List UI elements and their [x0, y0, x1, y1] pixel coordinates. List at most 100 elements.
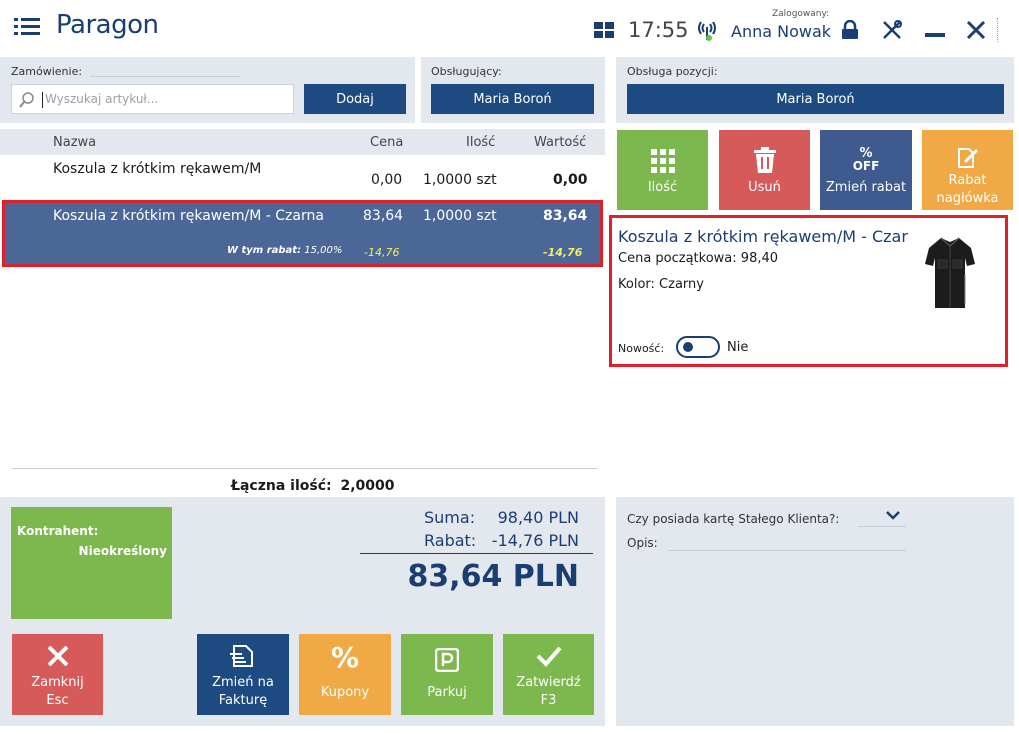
grid-view-icon[interactable]: [594, 22, 614, 38]
percent-off-icon: % OFF: [852, 146, 880, 173]
row-value: 83,64: [543, 208, 588, 224]
grand-total: 83,64 PLN: [407, 559, 579, 594]
delete-button-label: Usuń: [748, 180, 781, 195]
coupons-label: Kupony: [320, 685, 370, 700]
serving-label: Obsługujący:: [431, 65, 502, 78]
product-image: [925, 234, 975, 312]
delete-button[interactable]: Usuń: [719, 130, 810, 210]
total-qty: Łączna ilość: 2,0000: [231, 478, 395, 494]
search-input[interactable]: Wyszukaj artykuł...: [11, 84, 294, 114]
close-label-1: Zamknij: [31, 675, 84, 690]
confirm-label-1: Zatwierdź: [516, 675, 581, 690]
col-qty[interactable]: Ilość: [466, 135, 495, 150]
header-discount-button[interactable]: Rabat nagłówka: [922, 130, 1013, 210]
serving-panel: Obsługujący: Maria Boroń: [421, 57, 605, 123]
discount-value: -14,76: [543, 246, 583, 259]
x-icon: [47, 645, 68, 667]
serving-button[interactable]: Maria Boroń: [431, 84, 594, 114]
invoice-button[interactable]: Zmień na Fakturę: [197, 634, 289, 715]
change-discount-button[interactable]: % OFF Zmień rabat: [820, 130, 912, 210]
qty-button[interactable]: Ilość: [617, 130, 708, 210]
sum-value: 98,40 PLN: [497, 508, 579, 527]
invoice-label-2: Fakturę: [218, 693, 268, 708]
contractor-button[interactable]: Kontrahent: Nieokreślony: [11, 507, 172, 619]
header-discount-label-2: nagłówka: [936, 191, 999, 206]
loyalty-dropdown[interactable]: [858, 509, 906, 527]
new-value: Nie: [727, 340, 749, 355]
row-price: 0,00: [371, 172, 403, 188]
detail-color-value: Czarny: [659, 277, 704, 292]
contractor-value: Nieokreślony: [78, 544, 167, 558]
lock-icon[interactable]: [840, 19, 860, 40]
app-header: Paragon 17:55 Zalogowany: Anna Nowak: [0, 0, 1019, 56]
search-icon: [19, 92, 34, 108]
discount-sum-label: Rabat:: [424, 531, 477, 550]
grid-icon: [650, 149, 675, 173]
park-button[interactable]: Parkuj: [401, 634, 493, 715]
col-value[interactable]: Wartość: [534, 135, 586, 150]
table-row-selected[interactable]: Koszula z krótkim rękawem/M - Czarna 83,…: [2, 200, 603, 267]
discount-pct: 15,00%: [304, 245, 343, 256]
new-toggle[interactable]: [676, 336, 720, 358]
user-name[interactable]: Anna Nowak: [731, 22, 831, 41]
close-icon[interactable]: [966, 20, 986, 40]
contractor-label: Kontrahent:: [17, 524, 99, 538]
col-name[interactable]: Nazwa: [53, 135, 96, 150]
item-service-label: Obsługa pozycji:: [627, 65, 718, 78]
toggle-knob: [683, 342, 693, 352]
row-price: 83,64: [363, 208, 404, 224]
row-qty: 1,0000 szt: [423, 208, 497, 224]
chevron-down-icon: [886, 511, 900, 520]
search-caret: [42, 92, 43, 108]
row-name: Koszula z krótkim rękawem/M - Czarna: [53, 208, 324, 224]
new-label: Nowość:: [618, 342, 665, 355]
confirm-label-2: F3: [540, 693, 557, 708]
detail-price: Cena początkowa: 98,40: [618, 251, 778, 266]
minimize-icon[interactable]: [925, 33, 945, 37]
total-qty-label: Łączna ilość:: [231, 478, 332, 494]
edit-document-icon: [957, 148, 978, 168]
page-title: Paragon: [56, 10, 159, 40]
row-value: 0,00: [553, 172, 588, 188]
clock-time: 17:55: [628, 18, 689, 42]
discount-label: W tym rabat: 15,00%: [227, 245, 342, 256]
detail-price-label: Cena początkowa:: [618, 251, 737, 266]
tools-icon[interactable]: [881, 19, 903, 41]
percent-icon: %: [330, 641, 360, 674]
row-name: Koszula z krótkim rękawem/M: [53, 161, 262, 177]
desc-label: Opis:: [627, 536, 658, 550]
col-price[interactable]: Cena: [370, 135, 403, 150]
total-qty-value: 2,0000: [340, 478, 395, 494]
add-button[interactable]: Dodaj: [304, 84, 406, 114]
order-underline: [90, 76, 240, 77]
confirm-button[interactable]: Zatwierdź F3: [503, 634, 594, 715]
check-icon: [536, 646, 562, 667]
detail-name: Koszula z krótkim rękawem/M - Czar: [618, 227, 908, 246]
qty-button-label: Ilość: [647, 180, 678, 195]
order-panel: Zamówienie: Wyszukaj artykuł... Dodaj: [0, 57, 415, 123]
discount-label-text: W tym rabat:: [227, 245, 302, 256]
logged-label: Zalogowany:: [772, 9, 830, 19]
header-divider: [997, 18, 998, 42]
item-service-button[interactable]: Maria Boroń: [627, 84, 1004, 114]
desc-input[interactable]: [668, 535, 906, 551]
coupons-button[interactable]: % Kupony: [299, 634, 391, 715]
parking-icon: [435, 648, 459, 672]
table-row[interactable]: Koszula z krótkim rękawem/M 0,00 1,0000 …: [0, 155, 605, 201]
menu-icon[interactable]: [14, 16, 40, 38]
close-button[interactable]: Zamknij Esc: [12, 634, 103, 715]
detail-color-label: Kolor:: [618, 277, 655, 292]
loyalty-panel: Czy posiada kartę Stałego Klienta?: Opis…: [616, 497, 1014, 726]
discount-price: -14,76: [364, 246, 400, 259]
summary-divider: [360, 553, 593, 554]
items-table: Nazwa Cena Ilość Wartość Koszula z krótk…: [0, 129, 605, 495]
order-label: Zamówienie:: [11, 65, 83, 78]
change-discount-label: Zmień rabat: [825, 180, 907, 195]
close-label-2: Esc: [46, 693, 69, 708]
loyalty-question: Czy posiada kartę Stałego Klienta?:: [627, 512, 840, 526]
document-icon: [230, 645, 253, 667]
trash-icon: [753, 147, 776, 173]
signal-icon[interactable]: [696, 18, 718, 42]
row-qty: 1,0000 szt: [423, 172, 497, 188]
park-label: Parkuj: [427, 685, 467, 700]
